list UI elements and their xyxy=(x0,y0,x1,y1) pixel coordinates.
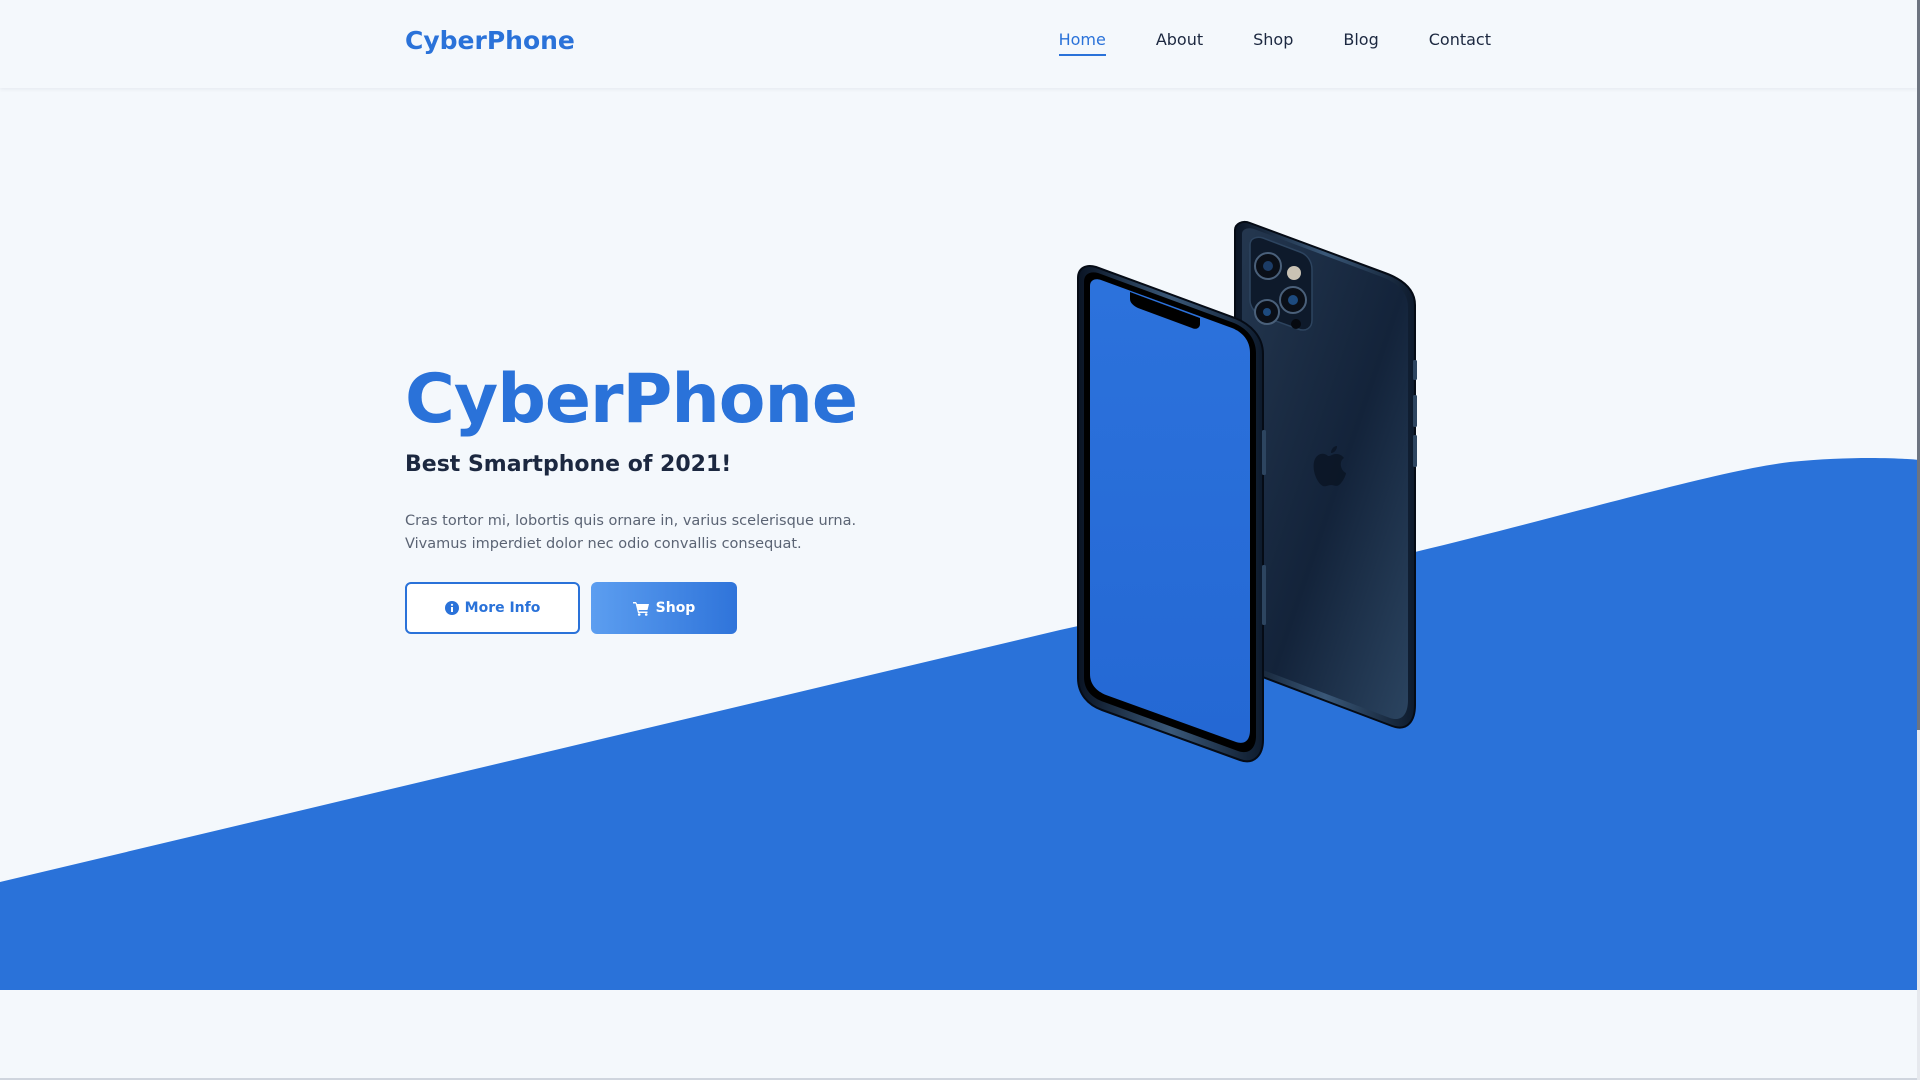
nav-item-home[interactable]: Home xyxy=(1058,30,1106,56)
site-header: CyberPhone Home About Shop Blog Contact xyxy=(0,0,1917,88)
hero-subtitle: Best Smartphone of 2021! xyxy=(405,452,732,477)
hero-wave-background xyxy=(0,458,1920,990)
nav-item-blog[interactable]: Blog xyxy=(1343,30,1378,56)
hero-section: CyberPhone Best Smartphone of 2021! Cras… xyxy=(405,356,925,634)
phone-front xyxy=(1077,265,1266,763)
page: CyberPhone Home About Shop Blog Contact … xyxy=(0,0,1920,1080)
cart-icon xyxy=(632,601,649,616)
nav-item-shop[interactable]: Shop xyxy=(1253,30,1293,56)
more-info-label: More Info xyxy=(464,600,541,616)
main-nav: Home About Shop Blog Contact xyxy=(1058,30,1491,56)
more-info-button[interactable]: More Info xyxy=(405,582,580,634)
nav-item-about[interactable]: About xyxy=(1156,30,1203,56)
shop-label: Shop xyxy=(655,600,696,616)
nav-item-contact[interactable]: Contact xyxy=(1429,30,1491,56)
hero-description: Cras tortor mi, lobortis quis ornare in,… xyxy=(405,513,857,552)
hero-buttons: More Info Shop xyxy=(405,582,925,634)
shop-button[interactable]: Shop xyxy=(591,582,737,634)
phone-image xyxy=(1077,220,1417,763)
info-circle-icon xyxy=(444,601,459,615)
logo[interactable]: CyberPhone xyxy=(405,26,575,55)
hero-title: CyberPhone xyxy=(405,360,858,439)
